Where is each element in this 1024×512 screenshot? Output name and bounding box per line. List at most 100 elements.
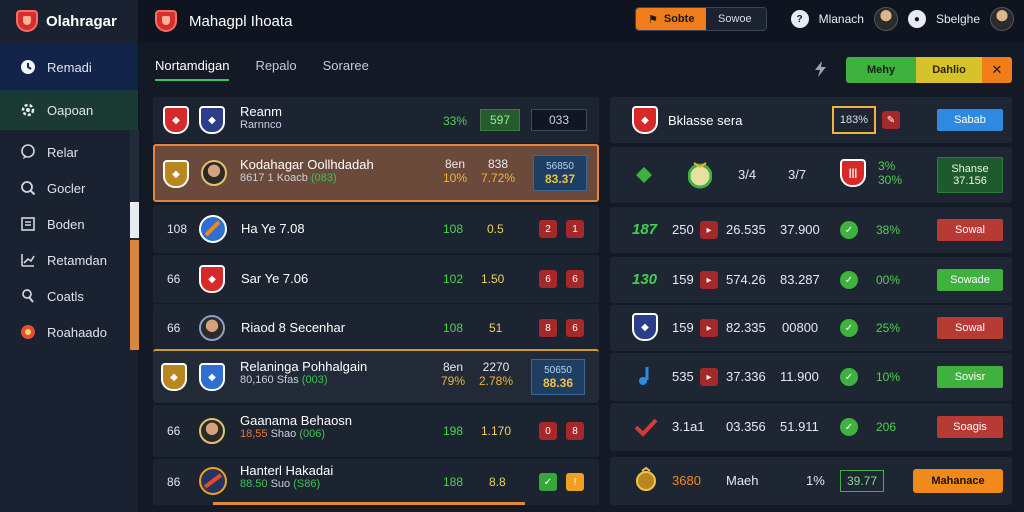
action-button[interactable]: Sabab xyxy=(937,109,1003,131)
team-crest-icon xyxy=(199,215,227,246)
check-icon: ✓ xyxy=(840,368,858,386)
sidebar-item-boden[interactable]: Boden xyxy=(0,206,138,242)
tab-nortamdigan[interactable]: Nortamdigan xyxy=(155,58,230,81)
sub-label: Sfas xyxy=(276,374,299,386)
sidebar-scrollbar[interactable] xyxy=(130,130,139,350)
board-row[interactable]: 535 ▸ 37.336 11.900 ✓ 10% Sovisr xyxy=(610,353,1012,401)
market-button[interactable]: ! xyxy=(566,473,584,491)
close-button[interactable]: ✕ xyxy=(982,57,1012,83)
team-crest-icon: ◆ xyxy=(199,363,225,391)
stat-value: 38% xyxy=(876,223,901,237)
sidebar-item-label: Relar xyxy=(47,144,79,160)
stat-value: 102 xyxy=(443,272,464,286)
market-button[interactable]: 6 xyxy=(566,319,584,337)
sidebar-item-remadi[interactable]: Remadi xyxy=(0,44,138,90)
team-crest-icon: ||| xyxy=(840,159,866,187)
avatar[interactable] xyxy=(990,7,1014,31)
action-button[interactable]: Soagis xyxy=(937,416,1003,438)
action-button-group: Mehy Dahlio ✕ xyxy=(846,57,1012,83)
primary-mode-button[interactable]: ⚑ Sobte xyxy=(636,8,706,30)
brand-title: Olahragar xyxy=(46,12,117,30)
tab-repalo[interactable]: Repalo xyxy=(255,58,296,81)
market-button[interactable]: 6 xyxy=(566,270,584,288)
stat-value: 535 xyxy=(672,369,694,384)
board-row[interactable]: 130 159 ▸ 574.26 83.287 ✓ 00% Sowade xyxy=(610,257,1012,303)
team-subtitle: Rarnnco xyxy=(240,119,282,131)
odds-chip[interactable]: 597 xyxy=(480,109,520,131)
stat-value: 188 xyxy=(443,475,464,489)
sidebar-item-coatls[interactable]: Coatls xyxy=(0,278,138,314)
value-box[interactable]: 183% xyxy=(832,106,876,134)
value-box[interactable]: 39.77 xyxy=(840,470,884,492)
action-button[interactable]: Sowal xyxy=(937,219,1003,241)
market-button[interactable]: 6 xyxy=(539,270,557,288)
green-action-button[interactable]: Mehy xyxy=(846,57,916,83)
odds-chip[interactable]: 56850 83.37 xyxy=(533,155,587,191)
search-icon xyxy=(20,180,36,196)
odds-button[interactable]: Shanse 37.156 xyxy=(937,157,1003,193)
yellow-action-button[interactable]: Dahlio xyxy=(916,57,982,83)
board-row[interactable]: 3/4 3/7 ||| 3% 30% Shanse 37.156 xyxy=(610,147,1012,203)
stat-value: 51.911 xyxy=(780,419,819,434)
odds-chip[interactable]: 033 xyxy=(531,109,587,131)
sidebar-item-roahaado[interactable]: Roahaado xyxy=(0,314,138,350)
board-row[interactable]: ◆ 159 ▸ 82.335 00800 ✓ 25% Sowal xyxy=(610,305,1012,351)
odds-chip[interactable]: 50650 88.36 xyxy=(531,359,585,395)
primary-action-button[interactable]: Mahanace xyxy=(913,469,1003,493)
scrollbar-thumb[interactable] xyxy=(130,202,139,238)
stat-value: 1% xyxy=(806,473,825,488)
clock-icon xyxy=(20,59,36,75)
chart-icon xyxy=(20,252,36,268)
help-icon[interactable]: ? xyxy=(790,10,809,28)
table-row[interactable]: 66 ◆ Sar Ye 7.06 102 1.50 6 6 xyxy=(153,255,599,303)
sidebar-item-label: Boden xyxy=(47,216,85,232)
user1-name[interactable]: Mlanach xyxy=(819,12,864,26)
action-button[interactable]: Sowade xyxy=(937,269,1003,291)
sidebar-item-gocler[interactable]: Gocler xyxy=(0,170,138,206)
table-row[interactable]: 86 Hanterl Hakadai 88.50 Suo (S86) 188 8… xyxy=(153,459,599,505)
stat-value: 574.26 xyxy=(726,272,766,287)
edit-icon[interactable]: ✎ xyxy=(882,111,900,129)
market-button[interactable]: 1 xyxy=(566,220,584,238)
market-button[interactable]: 0 xyxy=(539,422,557,440)
board-row[interactable]: 187 250 ▸ 26.535 37.900 ✓ 38% Sowal xyxy=(610,207,1012,253)
stat-value: 159 xyxy=(672,272,694,287)
action-button[interactable]: Sovisr xyxy=(937,366,1003,388)
stat-value: 159 xyxy=(672,320,694,335)
team-crest-icon: ◆ xyxy=(163,106,189,134)
sidebar-item-relar[interactable]: Relar xyxy=(0,134,138,170)
action-button[interactable]: Sowal xyxy=(937,317,1003,339)
table-row-highlighted[interactable]: ◆ Kodahagar Oollhdadah 8617 1 Koacb (083… xyxy=(153,144,599,202)
odds-board: ◆ Bklasse sera 183% ✎ Sabab 3/4 3/7 ||| … xyxy=(610,97,1012,512)
board-row[interactable]: 3.1a1 03.356 51.911 ✓ 206 Soagis xyxy=(610,403,1012,451)
market-button[interactable]: ✓ xyxy=(539,473,557,491)
table-row[interactable]: 66 Gaanama Behaosn 18,55 Shao (006) 198 … xyxy=(153,405,599,457)
check-icon: ✓ xyxy=(840,319,858,337)
lightning-icon[interactable] xyxy=(812,60,830,81)
sidebar-item-label: Oapoan xyxy=(47,102,94,118)
sub-stat: 88.50 xyxy=(240,478,268,490)
user2-name[interactable]: Sbelghe xyxy=(936,12,980,26)
settings-icon[interactable]: ● xyxy=(907,10,926,28)
board-row[interactable]: 3680 Maeh 1% 39.77 Mahanace xyxy=(610,457,1012,505)
stat-value: 37.900 xyxy=(780,222,820,237)
table-row[interactable]: 108 Ha Ye 7.08 108 0.5 2 1 xyxy=(153,205,599,253)
avatar[interactable] xyxy=(873,7,898,31)
sidebar-item-oapoan[interactable]: Oapoan xyxy=(0,90,138,130)
sidebar-item-label: Remadi xyxy=(47,59,92,75)
market-button[interactable]: 8 xyxy=(539,319,557,337)
shield-logo-icon xyxy=(16,10,38,32)
table-row[interactable]: 66 Riaod 8 Secenhar 108 51 8 6 xyxy=(153,304,599,352)
stat-header: 2270 xyxy=(482,360,510,374)
diamond-icon xyxy=(634,165,654,188)
tab-soraree[interactable]: Soraree xyxy=(323,58,369,81)
sidebar-item-retamdan[interactable]: Retamdan xyxy=(0,242,138,278)
stat-value: 3/7 xyxy=(788,167,807,182)
market-button[interactable]: 8 xyxy=(566,422,584,440)
table-row[interactable]: ◆ ◆ Reanm Rarnnco 33% 597 033 xyxy=(153,97,599,143)
table-row-selected[interactable]: ◆ ◆ Relaninga Pohhalgain 80,160 Sfas (00… xyxy=(153,349,599,403)
secondary-mode-button[interactable]: Sowoe xyxy=(706,8,766,30)
brand: Olahragar xyxy=(0,0,138,42)
market-button[interactable]: 2 xyxy=(539,220,557,238)
sub-stat: 80,160 xyxy=(240,374,274,386)
